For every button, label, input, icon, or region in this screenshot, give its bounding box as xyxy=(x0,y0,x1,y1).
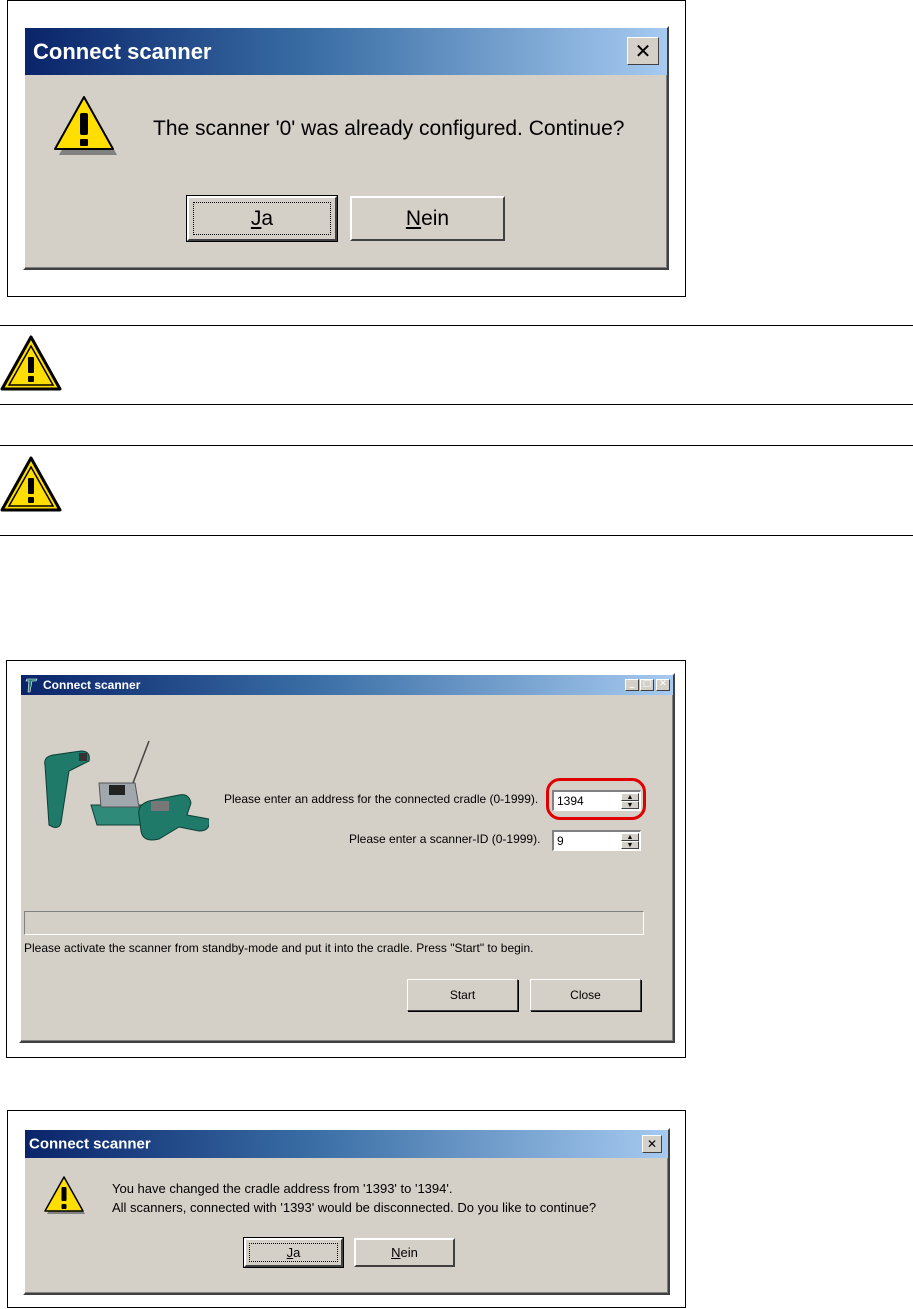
dialog-title: Connect scanner xyxy=(29,1135,151,1153)
scanner-id-spinner[interactable]: 9 ▲ ▼ xyxy=(552,830,641,851)
spin-up-icon[interactable]: ▲ xyxy=(621,833,639,841)
start-button[interactable]: Start xyxy=(407,979,518,1011)
divider-line xyxy=(0,404,913,405)
figure-frame-2: Connect scanner _ □ ✕ Please enter an ad… xyxy=(6,660,686,1058)
figure-frame-3: Connect scanner ✕ You have changed the c… xyxy=(7,1110,686,1308)
close-icon[interactable]: ✕ xyxy=(627,37,659,65)
scanner-id-label: Please enter a scanner-ID (0-1999). xyxy=(349,832,541,846)
cradle-address-label: Please enter an address for the connecte… xyxy=(224,792,539,806)
yes-button-label: Ja xyxy=(286,1245,301,1260)
status-text: Please activate the scanner from standby… xyxy=(24,941,534,955)
close-icon[interactable]: ✕ xyxy=(656,679,670,691)
yes-button[interactable]: Ja xyxy=(243,1237,344,1268)
dialog-title: Connect scanner xyxy=(33,38,212,64)
app-icon xyxy=(24,677,40,693)
close-icon[interactable]: ✕ xyxy=(642,1135,662,1153)
connect-scanner-window: Connect scanner _ □ ✕ Please enter an ad… xyxy=(19,673,675,1043)
window-title: Connect scanner xyxy=(43,678,141,692)
hazard-warning-icon xyxy=(0,456,62,512)
figure-frame-1: Connect scanner ✕ The scanner '0' was al… xyxy=(7,0,686,297)
confirm-dialog-3: Connect scanner ✕ You have changed the c… xyxy=(23,1128,670,1295)
scanner-id-value: 9 xyxy=(557,834,564,848)
maximize-icon[interactable]: □ xyxy=(640,679,654,691)
dialog-message-line1: You have changed the cradle address from… xyxy=(112,1181,453,1196)
no-button[interactable]: Nein xyxy=(354,1238,455,1267)
dialog-titlebar: Connect scanner ✕ xyxy=(25,28,667,75)
highlight-ring xyxy=(546,778,646,820)
divider-line xyxy=(0,535,913,536)
spinner-arrows: ▲ ▼ xyxy=(621,833,639,849)
warning-icon xyxy=(43,1174,85,1216)
hazard-warning-icon xyxy=(0,335,62,391)
no-button[interactable]: Nein xyxy=(350,196,505,241)
warning-icon xyxy=(51,93,117,159)
close-button[interactable]: Close xyxy=(530,979,641,1011)
dialog-message: The scanner '0' was already configured. … xyxy=(153,117,625,140)
divider-line xyxy=(0,325,913,326)
scanner-cradle-illustration xyxy=(39,735,210,845)
yes-button[interactable]: Ja xyxy=(186,195,338,242)
window-titlebar: Connect scanner _ □ ✕ xyxy=(21,675,673,695)
dialog-titlebar: Connect scanner ✕ xyxy=(25,1130,668,1158)
confirm-dialog-1: Connect scanner ✕ The scanner '0' was al… xyxy=(23,26,669,270)
dialog-message-line2: All scanners, connected with '1393' woul… xyxy=(112,1200,597,1215)
progress-bar xyxy=(24,911,644,935)
yes-button-label: Ja xyxy=(250,206,274,230)
no-button-label: Nein xyxy=(391,1245,418,1260)
no-button-label: Nein xyxy=(405,206,450,230)
spin-down-icon[interactable]: ▼ xyxy=(621,841,639,849)
divider-line xyxy=(0,445,913,446)
minimize-icon[interactable]: _ xyxy=(625,679,639,691)
